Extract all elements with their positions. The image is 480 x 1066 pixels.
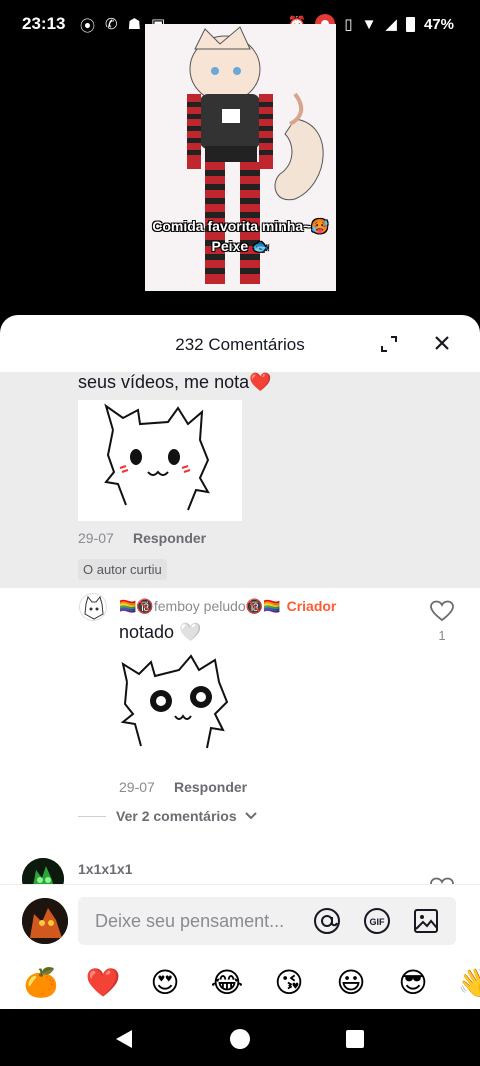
avatar[interactable]: [79, 593, 107, 621]
emoji-button[interactable]: 🍊: [10, 966, 72, 999]
comments-title: 232 Comentários: [175, 335, 305, 354]
wifi-icon: ▼: [361, 15, 377, 33]
battery-icon: [405, 16, 415, 32]
author-liked-badge: O autor curtiu: [78, 559, 167, 580]
like-count: 1: [438, 628, 446, 643]
username[interactable]: 1x1x1x1: [78, 861, 133, 877]
emoji-button[interactable]: 😂: [196, 966, 258, 999]
back-icon[interactable]: [115, 1029, 133, 1049]
comment-input[interactable]: Deixe seu pensament... GIF: [78, 897, 456, 945]
creator-badge: Criador: [286, 598, 337, 614]
whatsapp-icon: ✆: [105, 16, 118, 33]
reply-username-row: 🏳️‍🌈🔞femboy peludo🔞🏳️‍🌈 Criador: [119, 598, 336, 615]
signal-icon: ◢: [385, 16, 397, 33]
record-icon: ⦿: [80, 18, 96, 35]
svg-text:GIF: GIF: [370, 917, 386, 927]
comments-header: 232 Comentários: [0, 315, 480, 373]
emoji-button[interactable]: 😎: [382, 966, 444, 999]
comment-text: seus vídeos, me nota❤️: [78, 372, 272, 392]
close-icon[interactable]: [430, 331, 454, 355]
reply-sticker-image: [119, 652, 239, 768]
home-icon[interactable]: [230, 1029, 250, 1049]
gif-icon[interactable]: GIF: [363, 907, 391, 935]
recents-icon[interactable]: [346, 1030, 364, 1048]
reply-button[interactable]: Responder: [133, 530, 206, 546]
android-icon: ☗: [127, 16, 142, 33]
reply-date: 29-07: [119, 779, 155, 795]
video-caption-line1: Comida favorita minha~🥵: [152, 218, 329, 234]
emoji-button[interactable]: 😍: [134, 966, 196, 999]
reply-text: notado 🤍: [119, 622, 202, 642]
emoji-button[interactable]: 👋: [444, 966, 480, 999]
emoji-button[interactable]: 😘: [258, 966, 320, 999]
highlighted-comment: seus vídeos, me nota❤️ 29-07 Responder O…: [0, 372, 480, 588]
status-time: 23:13: [22, 14, 66, 33]
chevron-down-icon: [244, 812, 257, 820]
video-caption-line2: Peixe 🐟: [211, 238, 270, 254]
input-placeholder: Deixe seu pensament...: [95, 911, 285, 931]
reply-button[interactable]: Responder: [174, 779, 247, 795]
heart-icon[interactable]: [430, 600, 454, 622]
mention-icon[interactable]: [312, 906, 342, 936]
emoji-quick-bar: 🍊 ❤️ 😍 😂 😘 😃 😎 👋: [0, 956, 480, 1009]
comment-date: 29-07: [78, 530, 114, 546]
battery-percent: 47%: [423, 15, 454, 33]
divider: [78, 815, 106, 817]
creator-reply: 🏳️‍🌈🔞femboy peludo🔞🏳️‍🌈 Criador notado 🤍 …: [0, 588, 480, 858]
comment-sticker-image: [78, 400, 242, 521]
emoji-button[interactable]: ❤️: [72, 966, 134, 999]
view-more-replies[interactable]: Ver 2 comentários: [78, 808, 259, 824]
vibrate-icon: ▯: [344, 16, 353, 33]
comment-input-bar: Deixe seu pensament... GIF: [0, 884, 480, 956]
username[interactable]: 🏳️‍🌈🔞femboy peludo🔞🏳️‍🌈: [119, 598, 281, 614]
emoji-button[interactable]: 😃: [320, 966, 382, 999]
view-more-label: Ver 2 comentários: [116, 808, 237, 824]
my-avatar: [22, 898, 68, 944]
image-icon[interactable]: [412, 907, 440, 935]
expand-icon[interactable]: [378, 333, 400, 355]
system-nav-bar: [0, 1009, 480, 1066]
video-frame[interactable]: Comida favorita minha~🥵 Peixe 🐟: [145, 24, 336, 291]
